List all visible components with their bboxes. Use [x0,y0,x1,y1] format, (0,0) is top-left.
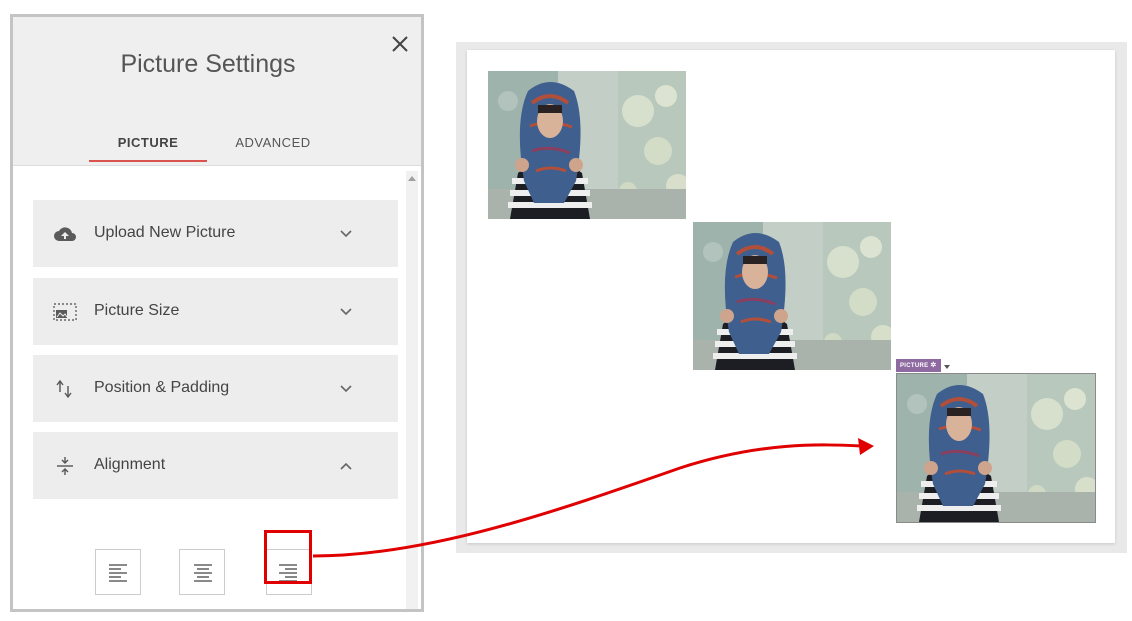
tab-picture[interactable]: PICTURE [89,135,207,163]
section-upload-new-picture[interactable]: Upload New Picture [33,200,398,267]
alignment-icon [57,457,73,475]
position-arrows-icon [56,379,72,399]
tab-advanced[interactable]: ADVANCED [218,135,328,163]
section-alignment[interactable]: Alignment [33,432,398,499]
panel-title: Picture Settings [120,50,296,78]
preview-image-center[interactable] [693,222,891,370]
picture-badge-label: PICTURE [900,363,929,369]
preview-image-right[interactable] [896,373,1096,523]
close-icon [392,36,408,52]
active-tab-indicator [89,160,207,162]
settings-scroll-area: Upload New Picture Picture Size Position… [13,166,421,609]
align-center-button[interactable] [179,549,225,595]
section-label: Alignment [94,456,166,473]
section-label: Picture Size [94,302,180,319]
scrollbar[interactable] [406,171,418,609]
picture-settings-panel: Picture Settings PICTURE ADVANCED Upload… [10,14,424,612]
chevron-down-icon [340,385,352,393]
cloud-upload-icon [54,227,76,241]
section-label: Position & Padding [94,379,230,396]
section-position-padding[interactable]: Position & Padding [33,355,398,422]
align-left-icon [109,564,127,582]
badge-dropdown-caret-icon[interactable] [944,365,950,369]
section-picture-size[interactable]: Picture Size [33,278,398,345]
preview-image-left[interactable] [488,71,686,219]
scroll-up-icon[interactable] [408,176,416,181]
align-right-highlight [264,530,312,584]
close-button[interactable] [387,31,413,57]
chevron-up-icon [340,462,352,470]
picture-size-icon [53,303,77,321]
chevron-down-icon [340,308,352,316]
picture-badge[interactable]: PICTURE ✲ [896,359,941,372]
panel-header: Picture Settings PICTURE ADVANCED [13,17,421,166]
align-left-button[interactable] [95,549,141,595]
chevron-down-icon [340,230,352,238]
section-label: Upload New Picture [94,224,236,241]
gear-icon: ✲ [930,362,937,369]
align-center-icon [194,564,212,582]
